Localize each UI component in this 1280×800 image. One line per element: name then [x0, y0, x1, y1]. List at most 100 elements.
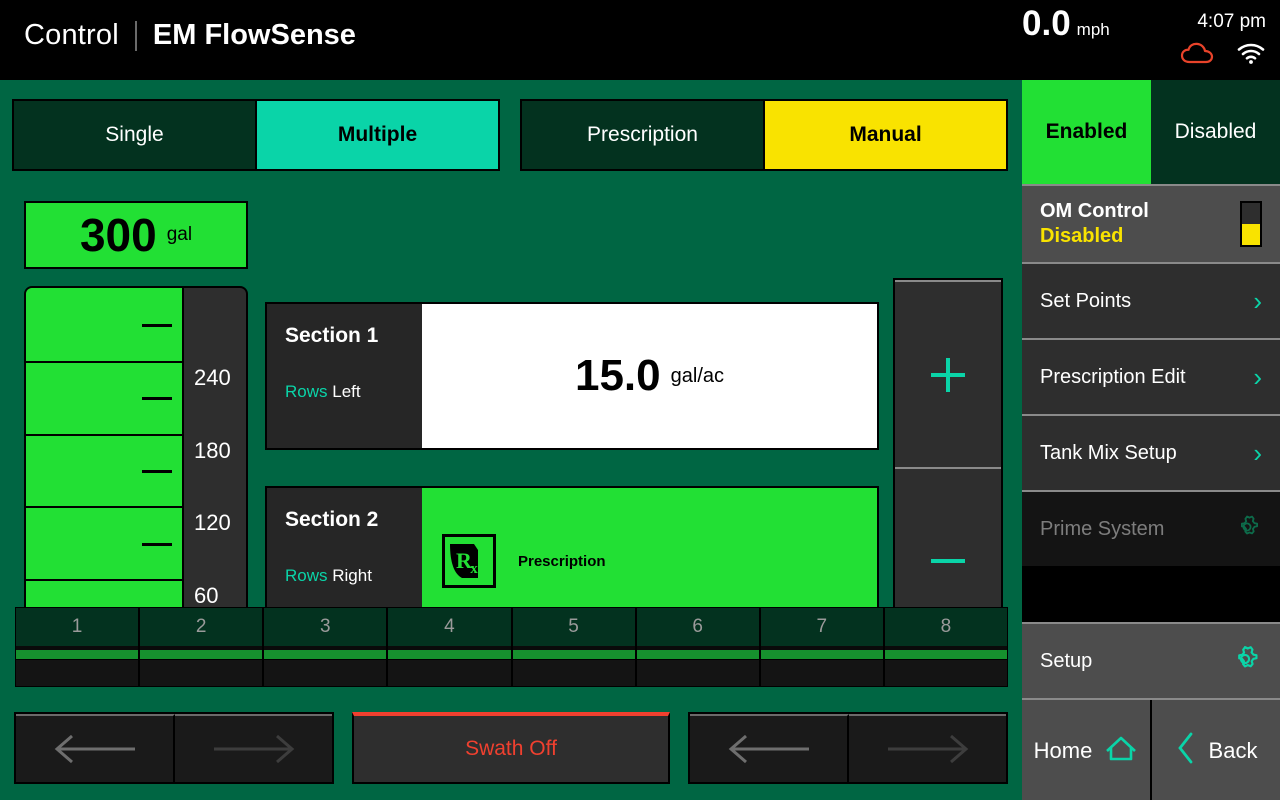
minus-icon	[922, 535, 974, 587]
gauge-minor-tick	[142, 397, 172, 400]
chevron-right-icon: ›	[1253, 286, 1262, 317]
breadcrumb: Control EM FlowSense	[24, 19, 356, 52]
sidebar-item-set-points[interactable]: Set Points ›	[1022, 262, 1280, 338]
prescription-rx-icon: R x	[442, 534, 496, 588]
sidebar-item-setup[interactable]: Setup	[1022, 622, 1280, 698]
arrow-left-icon	[714, 732, 824, 766]
section-bar-body	[761, 659, 883, 686]
gear-icon	[1228, 642, 1262, 681]
tab-single[interactable]: Single	[14, 101, 257, 169]
toggle-top	[1242, 203, 1260, 224]
sidebar-item-prescription-edit[interactable]: Prescription Edit ›	[1022, 338, 1280, 414]
nav-left-button-2[interactable]	[690, 714, 849, 782]
enable-disable-toggle: Enabled Disabled	[1022, 80, 1280, 184]
section-bar-column[interactable]: 2	[140, 608, 264, 686]
section-bar-indicator	[513, 650, 635, 659]
section-bar-body	[637, 659, 759, 686]
nav-right-button-2[interactable]	[849, 714, 1006, 782]
section-card-1[interactable]: Section 1 Rows Left 15.0 gal/ac	[265, 302, 879, 450]
section-2-rows-label: Rows	[285, 566, 328, 585]
section-bar-indicator	[140, 650, 262, 659]
tank-volume-display[interactable]: 300 gal	[24, 201, 248, 269]
tab-prescription[interactable]: Prescription	[522, 101, 765, 169]
om-control-text: OM Control Disabled	[1040, 200, 1240, 248]
section-bar-body	[140, 659, 262, 686]
section-1-rows-label: Rows	[285, 382, 328, 401]
section-bar-number: 6	[637, 608, 759, 646]
section-bar-number: 5	[513, 608, 635, 646]
section-bar-body	[513, 659, 635, 686]
left-arrow-pair	[14, 712, 334, 784]
chevron-right-icon: ›	[1253, 362, 1262, 393]
toggle-bottom	[1242, 224, 1260, 245]
section-bar-indicator	[16, 650, 138, 659]
sidebar-item-tank-mix-setup[interactable]: Tank Mix Setup ›	[1022, 414, 1280, 490]
section-bar-column[interactable]: 8	[885, 608, 1007, 686]
toggle-switch-icon[interactable]	[1240, 201, 1262, 247]
section-1-title: Section 1	[285, 324, 422, 348]
section-bar-indicator	[637, 650, 759, 659]
section-bar-column[interactable]: 3	[264, 608, 388, 686]
arrow-right-icon	[199, 732, 309, 766]
section-bar-column[interactable]: 1	[16, 608, 140, 686]
section-bar-column[interactable]: 5	[513, 608, 637, 686]
gauge-major-tick	[26, 434, 182, 436]
section-2-rx-label: Prescription	[518, 553, 606, 570]
om-control-row[interactable]: OM Control Disabled	[1022, 184, 1280, 262]
breadcrumb-divider	[135, 21, 137, 51]
gauge-minor-tick	[142, 470, 172, 473]
prescription-edit-label: Prescription Edit	[1040, 366, 1253, 389]
nav-right-button-1[interactable]	[175, 714, 332, 782]
enabled-button[interactable]: Enabled	[1022, 80, 1151, 184]
section-bar-indicator	[264, 650, 386, 659]
control-screen: Control EM FlowSense 0.0 mph 4:07 pm	[0, 0, 1280, 800]
rate-increase-button[interactable]	[895, 280, 1001, 467]
speed-unit: mph	[1077, 20, 1110, 40]
disabled-button[interactable]: Disabled	[1151, 80, 1280, 184]
rate-mode-group: Prescription Manual	[520, 99, 1008, 171]
mode-tab-row: Single Multiple Prescription Manual	[12, 99, 1008, 171]
section-1-rate-unit: gal/ac	[671, 365, 724, 388]
gauge-major-tick	[26, 361, 182, 363]
gauge-minor-tick	[142, 543, 172, 546]
section-bar-number: 1	[16, 608, 138, 646]
gauge-tick-label: 120	[194, 510, 231, 536]
gauge-tick-group	[26, 288, 184, 652]
main-panel: Single Multiple Prescription Manual 300 …	[0, 80, 1020, 800]
section-bar-number: 8	[885, 608, 1007, 646]
svg-text:x: x	[470, 561, 478, 577]
tab-manual[interactable]: Manual	[765, 101, 1006, 169]
top-status-bar: Control EM FlowSense 0.0 mph 4:07 pm	[0, 0, 1280, 80]
setup-label: Setup	[1040, 650, 1228, 673]
gauge-major-tick	[26, 506, 182, 508]
tab-multiple[interactable]: Multiple	[257, 101, 498, 169]
tank-level-gauge[interactable]: 24018012060	[24, 286, 248, 654]
home-button-label: Home	[1034, 738, 1093, 764]
plus-icon	[922, 349, 974, 401]
swath-status-label: Swath Off	[465, 737, 557, 761]
back-button[interactable]: Back	[1152, 700, 1280, 800]
clock: 4:07 pm	[1197, 11, 1266, 33]
section-bar-column[interactable]: 4	[388, 608, 512, 686]
page-title: EM FlowSense	[153, 19, 356, 52]
section-bar-indicator	[885, 650, 1007, 659]
gauge-major-tick	[26, 579, 182, 581]
arrow-left-icon	[40, 732, 150, 766]
section-2-title: Section 2	[285, 508, 422, 532]
section-bar-body	[264, 659, 386, 686]
section-1-rate-value: 15.0	[575, 354, 661, 398]
tank-volume-unit: gal	[167, 224, 192, 246]
section-1-rate-panel[interactable]: 15.0 gal/ac	[422, 304, 877, 448]
gear-icon	[1232, 512, 1262, 547]
section-2-rows: Rows Right	[285, 566, 422, 586]
section-bar-column[interactable]: 7	[761, 608, 885, 686]
swath-toggle-button[interactable]: Swath Off	[352, 712, 670, 784]
om-control-status: Disabled	[1040, 225, 1240, 248]
gauge-tick-label: 60	[194, 583, 218, 609]
home-button[interactable]: Home	[1022, 700, 1152, 800]
nav-left-button-1[interactable]	[16, 714, 175, 782]
status-icon-group	[1180, 42, 1266, 69]
tank-volume-value: 300	[80, 212, 157, 258]
gauge-tick-label: 240	[194, 365, 231, 391]
section-bar-column[interactable]: 6	[637, 608, 761, 686]
